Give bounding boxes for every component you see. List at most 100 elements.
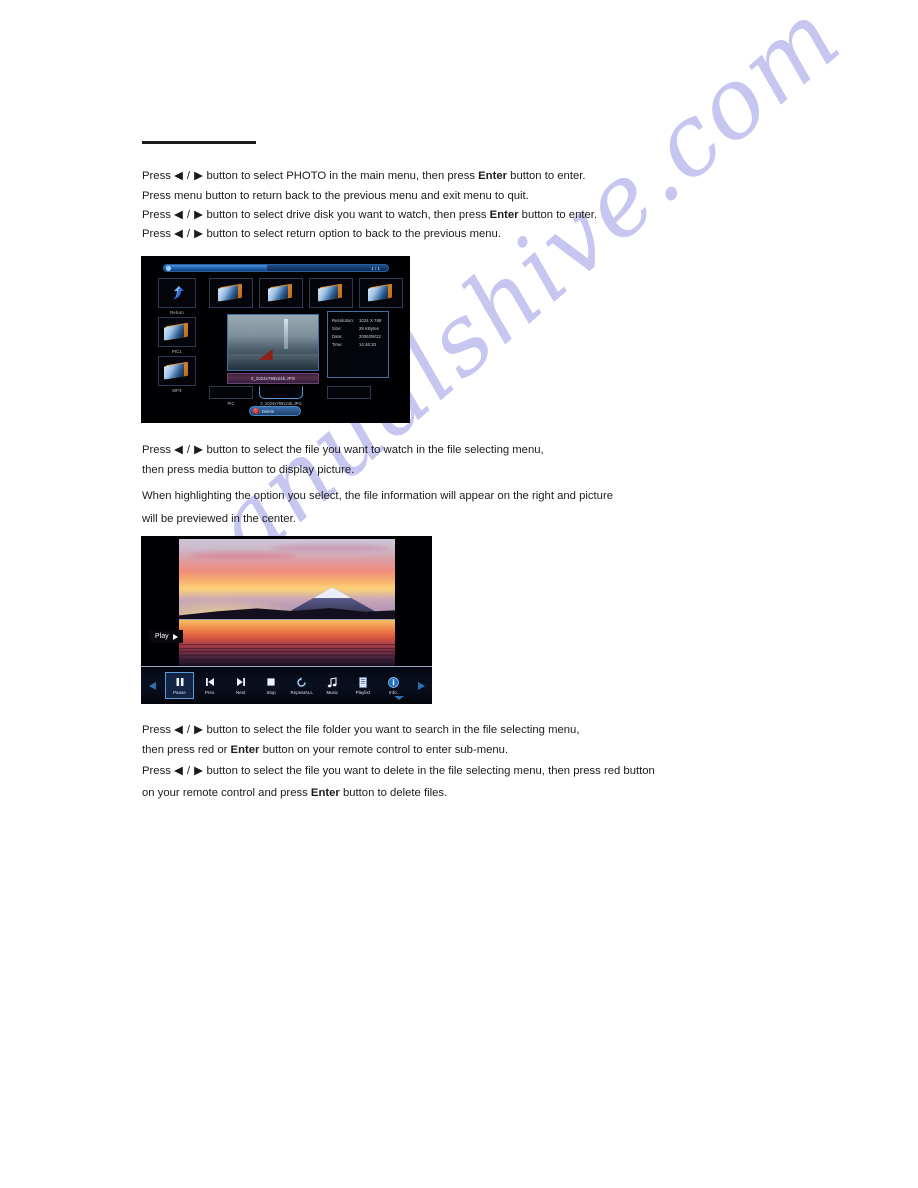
previous-button[interactable]: Prev. (196, 672, 225, 699)
bold-run: Enter (230, 744, 260, 756)
file-info-value: 2006/08/22 (359, 334, 381, 339)
text-run: button to select the file you want to wa… (203, 444, 544, 456)
text-run: button to select the file you want to de… (203, 765, 655, 777)
stop-label: Stop (266, 689, 276, 695)
photo-cloud (269, 544, 391, 551)
paragraph-5: Press ◀ / ▶ button to select the file yo… (142, 441, 544, 461)
folder-icon (368, 283, 394, 302)
file-info-value: 1024 X 768 (359, 318, 382, 323)
image-preview (227, 314, 319, 371)
file-info-value: 14:46:20 (359, 342, 377, 347)
music-button[interactable]: Music (318, 672, 347, 699)
screenshot-file-browser: 1 / 1 Return PIC1 MP3 3_1024x768x24b.JPG… (141, 256, 410, 423)
text-run: button to select drive disk you want to … (203, 209, 490, 221)
text-run: button on your remote control to enter s… (259, 744, 509, 756)
next-page-arrow-button[interactable] (410, 681, 432, 690)
file-list-item-selected[interactable] (259, 386, 303, 399)
thumbnail-cell[interactable] (209, 278, 253, 308)
section-rule (142, 141, 256, 144)
paragraph-9: Press ◀ / ▶ button to select the file fo… (142, 721, 579, 741)
bold-run: Enter (489, 209, 519, 221)
file-info-row: Size: 29 KBytes (332, 325, 384, 333)
text-run: button to select PHOTO in the main menu,… (203, 170, 479, 182)
file-info-key: Time: (332, 342, 343, 347)
stop-button[interactable]: Stop (257, 672, 286, 699)
thumbnail-cell[interactable] (309, 278, 353, 308)
paragraph-7: When highlighting the option you select,… (142, 487, 613, 507)
paragraph-4: Press ◀ / ▶ button to select return opti… (142, 225, 501, 245)
repeat-all-button[interactable]: RepeatALL (287, 672, 316, 699)
pause-label: Pause (173, 689, 186, 695)
info-button[interactable]: Info. (379, 672, 408, 699)
music-note-icon (327, 676, 337, 688)
page-indicator: 1 / 1 (371, 266, 380, 271)
playlist-label: Playlist (355, 689, 371, 695)
text-run: ◀ / ▶ (174, 209, 204, 221)
file-list-item[interactable] (209, 386, 253, 399)
sidebar-item-pic1[interactable] (158, 317, 196, 347)
next-label: Next (236, 689, 246, 695)
photo-image (179, 539, 395, 666)
paragraph-10: then press red or Enter button on your r… (142, 741, 508, 761)
browser-progress-bar: 1 / 1 (163, 264, 389, 272)
text-run: ◀ / ▶ (174, 444, 204, 456)
text-run: button to select the file folder you wan… (203, 724, 580, 736)
screenshot-photo-viewer: Play Pause Prev. Next Stop RepeatALL Mus… (141, 536, 432, 704)
thumbnail-cell[interactable] (259, 278, 303, 308)
file-info-panel: Resolution: 1024 X 768 Size: 29 KBytes D… (327, 311, 389, 378)
pause-button[interactable]: Pause (165, 672, 194, 699)
repeat-all-label: RepeatALL (290, 689, 313, 695)
sidebar-label-return: Return (170, 310, 184, 315)
file-list-item[interactable] (327, 386, 371, 399)
right-arrow-icon (417, 681, 425, 690)
delete-button[interactable]: Delete (249, 406, 301, 416)
pause-icon (175, 677, 185, 688)
play-icon (172, 633, 178, 640)
next-button[interactable]: Next (226, 672, 255, 699)
previous-icon (205, 677, 215, 688)
music-label: Music (326, 689, 339, 695)
scroll-down-arrow-icon[interactable] (394, 696, 404, 700)
play-status-label: Play (155, 633, 169, 640)
delete-button-label: Delete (262, 408, 275, 414)
file-info-row: Time: 14:46:20 (332, 341, 384, 349)
left-arrow-icon (148, 681, 156, 690)
folder-icon (164, 322, 190, 341)
file-info-row: Resolution: 1024 X 768 (332, 317, 384, 325)
return-arrow-icon (168, 284, 186, 302)
paragraph-2: Press menu button to return back to the … (142, 187, 529, 207)
folder-icon (218, 283, 244, 302)
file-info-key: Size: (332, 326, 342, 331)
next-icon (236, 677, 246, 688)
selected-filename-bar: 3_1024x768x24b.JPG (227, 373, 319, 384)
text-run: Press (142, 209, 175, 221)
playback-control-bar: Pause Prev. Next Stop RepeatALL Music Pl… (141, 667, 432, 704)
sidebar-item-mp3[interactable] (158, 356, 196, 386)
repeat-icon (296, 676, 307, 688)
prev-page-arrow-button[interactable] (141, 681, 163, 690)
playlist-button[interactable]: Playlist (348, 672, 377, 699)
photo-lake (179, 620, 395, 666)
sidebar-item-return[interactable] (158, 278, 196, 308)
paragraph-8: will be previewed in the center. (142, 510, 296, 530)
text-run: Press (142, 444, 175, 456)
text-run: then press media button to display pictu… (142, 464, 355, 476)
preview-water (228, 353, 318, 370)
text-run: Press (142, 765, 175, 777)
paragraph-3: Press ◀ / ▶ button to select drive disk … (142, 206, 597, 226)
stop-icon (266, 677, 276, 688)
file-info-row: Date: 2006/08/22 (332, 333, 384, 341)
previous-label: Prev. (204, 689, 216, 695)
text-run: on your remote control and press (142, 787, 311, 799)
info-label: Info. (389, 689, 398, 695)
progress-knob-icon (166, 266, 171, 271)
file-info-key: Resolution: (332, 318, 355, 323)
thumbnail-cell[interactable] (359, 278, 403, 308)
text-run: will be previewed in the center. (142, 513, 296, 525)
sidebar-label-pic1: PIC1 (171, 349, 183, 354)
document-page: Press ◀ / ▶ button to select PHOTO in th… (0, 0, 918, 1188)
text-run: then press red or (142, 744, 231, 756)
sidebar-label-mp3: MP3 (172, 388, 182, 393)
text-run: button to select return option to back t… (203, 228, 501, 240)
text-run: ◀ / ▶ (174, 228, 204, 240)
